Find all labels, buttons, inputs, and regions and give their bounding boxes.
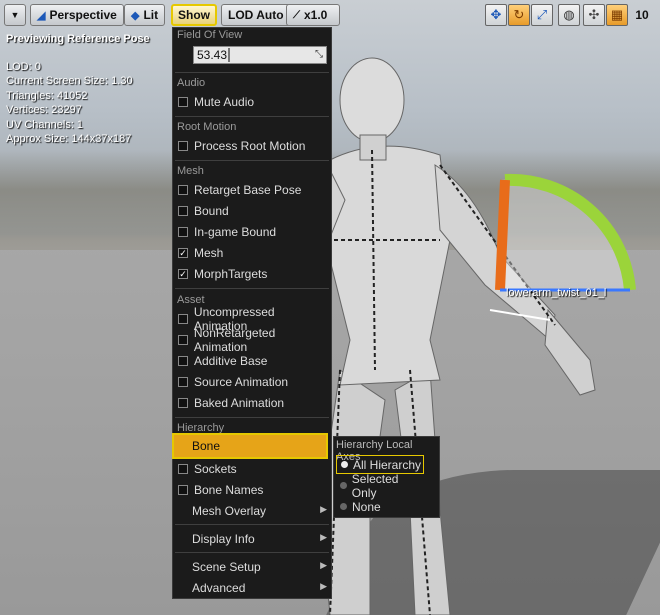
additive-base-checkbox[interactable] <box>178 355 188 366</box>
source-animation-checkbox[interactable] <box>178 376 188 387</box>
chevron-down-icon: ▼ <box>10 10 20 20</box>
display-info-item[interactable]: Display Info ▶ <box>175 529 329 548</box>
source-animation-item[interactable]: Source Animation <box>175 372 329 391</box>
show-button[interactable]: Show <box>171 4 217 26</box>
bone-submenu-item[interactable]: Bone <box>172 433 328 459</box>
morph-targets-checkbox[interactable]: ✓ <box>178 268 188 279</box>
chevron-right-icon: ▶ <box>320 504 327 514</box>
section-mesh: Mesh <box>177 165 204 177</box>
lod-button[interactable]: LOD Auto <box>221 4 291 26</box>
option-none[interactable]: None <box>336 497 424 516</box>
move-icon[interactable]: ✥ <box>485 4 507 26</box>
separator <box>175 552 329 553</box>
sockets-item[interactable]: Sockets <box>175 459 329 478</box>
separator <box>175 417 329 418</box>
stat-screen-size: Current Screen Size: 1.30 <box>6 75 133 87</box>
radio-icon <box>340 503 347 510</box>
retarget-base-pose-checkbox[interactable] <box>178 184 188 195</box>
mute-audio-item[interactable]: Mute Audio <box>175 92 329 111</box>
stat-approx-size: Approx Size: 144x37x187 <box>6 133 132 145</box>
scale-icon[interactable]: ⤢ <box>531 4 553 26</box>
field-of-view-slider[interactable]: 53.43 ⤡ <box>193 46 327 64</box>
stat-uv-channels: UV Channels: 1 <box>6 118 84 131</box>
stat-vertices: Vertices: 23297 <box>6 104 82 116</box>
process-root-motion-checkbox[interactable] <box>178 140 188 151</box>
viewport-options-dropdown[interactable]: ▼ <box>4 4 26 26</box>
additive-base-item[interactable]: Additive Base <box>175 351 329 370</box>
grid-icon[interactable]: ▦ <box>606 4 628 26</box>
speed-icon: ⟋ <box>293 9 300 21</box>
resize-grip-icon: ⤡ <box>315 49 323 60</box>
lit-button[interactable]: ◆ Lit <box>124 4 166 26</box>
uncompressed-animation-checkbox[interactable] <box>178 313 188 324</box>
mesh-item[interactable]: ✓ Mesh <box>175 243 329 262</box>
section-field-of-view: Field Of View <box>177 29 243 41</box>
separator <box>175 72 329 73</box>
snap-icon[interactable]: ✣ <box>583 4 605 26</box>
section-audio: Audio <box>177 77 206 89</box>
mesh-overlay-item[interactable]: Mesh Overlay ▶ <box>175 501 329 520</box>
radio-icon <box>341 461 348 468</box>
nonretargeted-animation-item[interactable]: NonRetargeted Animation <box>175 326 329 354</box>
bone-names-item[interactable]: Bone Names <box>175 480 329 499</box>
scene-setup-item[interactable]: Scene Setup ▶ <box>175 557 329 576</box>
stat-lod: LOD: 0 <box>6 60 41 73</box>
camera-icon: ◢ <box>37 9 46 22</box>
separator <box>175 288 329 289</box>
perspective-button[interactable]: ◢ Perspective <box>30 4 124 26</box>
grid-size-value[interactable]: 10 <box>631 6 653 24</box>
chevron-right-icon: ▶ <box>320 532 327 542</box>
slider-thumb[interactable] <box>228 48 230 62</box>
sockets-checkbox[interactable] <box>178 463 188 474</box>
globe-icon[interactable]: ◍ <box>558 4 580 26</box>
stats-overlay: Previewing Reference Pose LOD: 0 Current… <box>6 32 150 147</box>
retarget-base-pose-item[interactable]: Retarget Base Pose <box>175 180 329 199</box>
chevron-right-icon: ▶ <box>320 581 327 591</box>
bone-name-label: lowerarm_twist_01_l <box>506 287 607 299</box>
bone-names-checkbox[interactable] <box>178 484 188 495</box>
bound-checkbox[interactable] <box>178 205 188 216</box>
cube-icon: ◆ <box>131 9 140 22</box>
section-root-motion: Root Motion <box>177 121 237 133</box>
baked-animation-item[interactable]: Baked Animation <box>175 393 329 412</box>
mannequin-figure <box>300 57 636 615</box>
in-game-bound-checkbox[interactable] <box>178 226 188 237</box>
rotate-icon[interactable]: ↻ <box>508 4 530 26</box>
bound-item[interactable]: Bound <box>175 201 329 220</box>
separator <box>175 160 329 161</box>
mesh-checkbox[interactable]: ✓ <box>178 247 188 258</box>
separator <box>175 524 329 525</box>
baked-animation-checkbox[interactable] <box>178 397 188 408</box>
separator <box>175 116 329 117</box>
hierarchy-local-axes-submenu: Hierarchy Local Axes All Hierarchy Selec… <box>333 436 440 518</box>
process-root-motion-item[interactable]: Process Root Motion <box>175 136 329 155</box>
preview-status: Previewing Reference Pose <box>6 33 150 45</box>
nonretargeted-animation-checkbox[interactable] <box>178 334 188 345</box>
show-menu: Field Of View 53.43 ⤡ Audio Mute Audio R… <box>172 27 332 599</box>
advanced-item[interactable]: Advanced ▶ <box>175 578 329 597</box>
radio-icon <box>340 482 347 489</box>
stat-triangles: Triangles: 41052 <box>6 89 88 102</box>
in-game-bound-item[interactable]: In-game Bound <box>175 222 329 241</box>
playback-speed-button[interactable]: ⟋ x1.0 <box>286 4 340 26</box>
option-selected-only[interactable]: Selected Only <box>336 472 424 500</box>
morph-targets-item[interactable]: ✓ MorphTargets <box>175 264 329 283</box>
chevron-right-icon: ▶ <box>320 560 327 570</box>
mute-audio-checkbox[interactable] <box>178 96 188 107</box>
